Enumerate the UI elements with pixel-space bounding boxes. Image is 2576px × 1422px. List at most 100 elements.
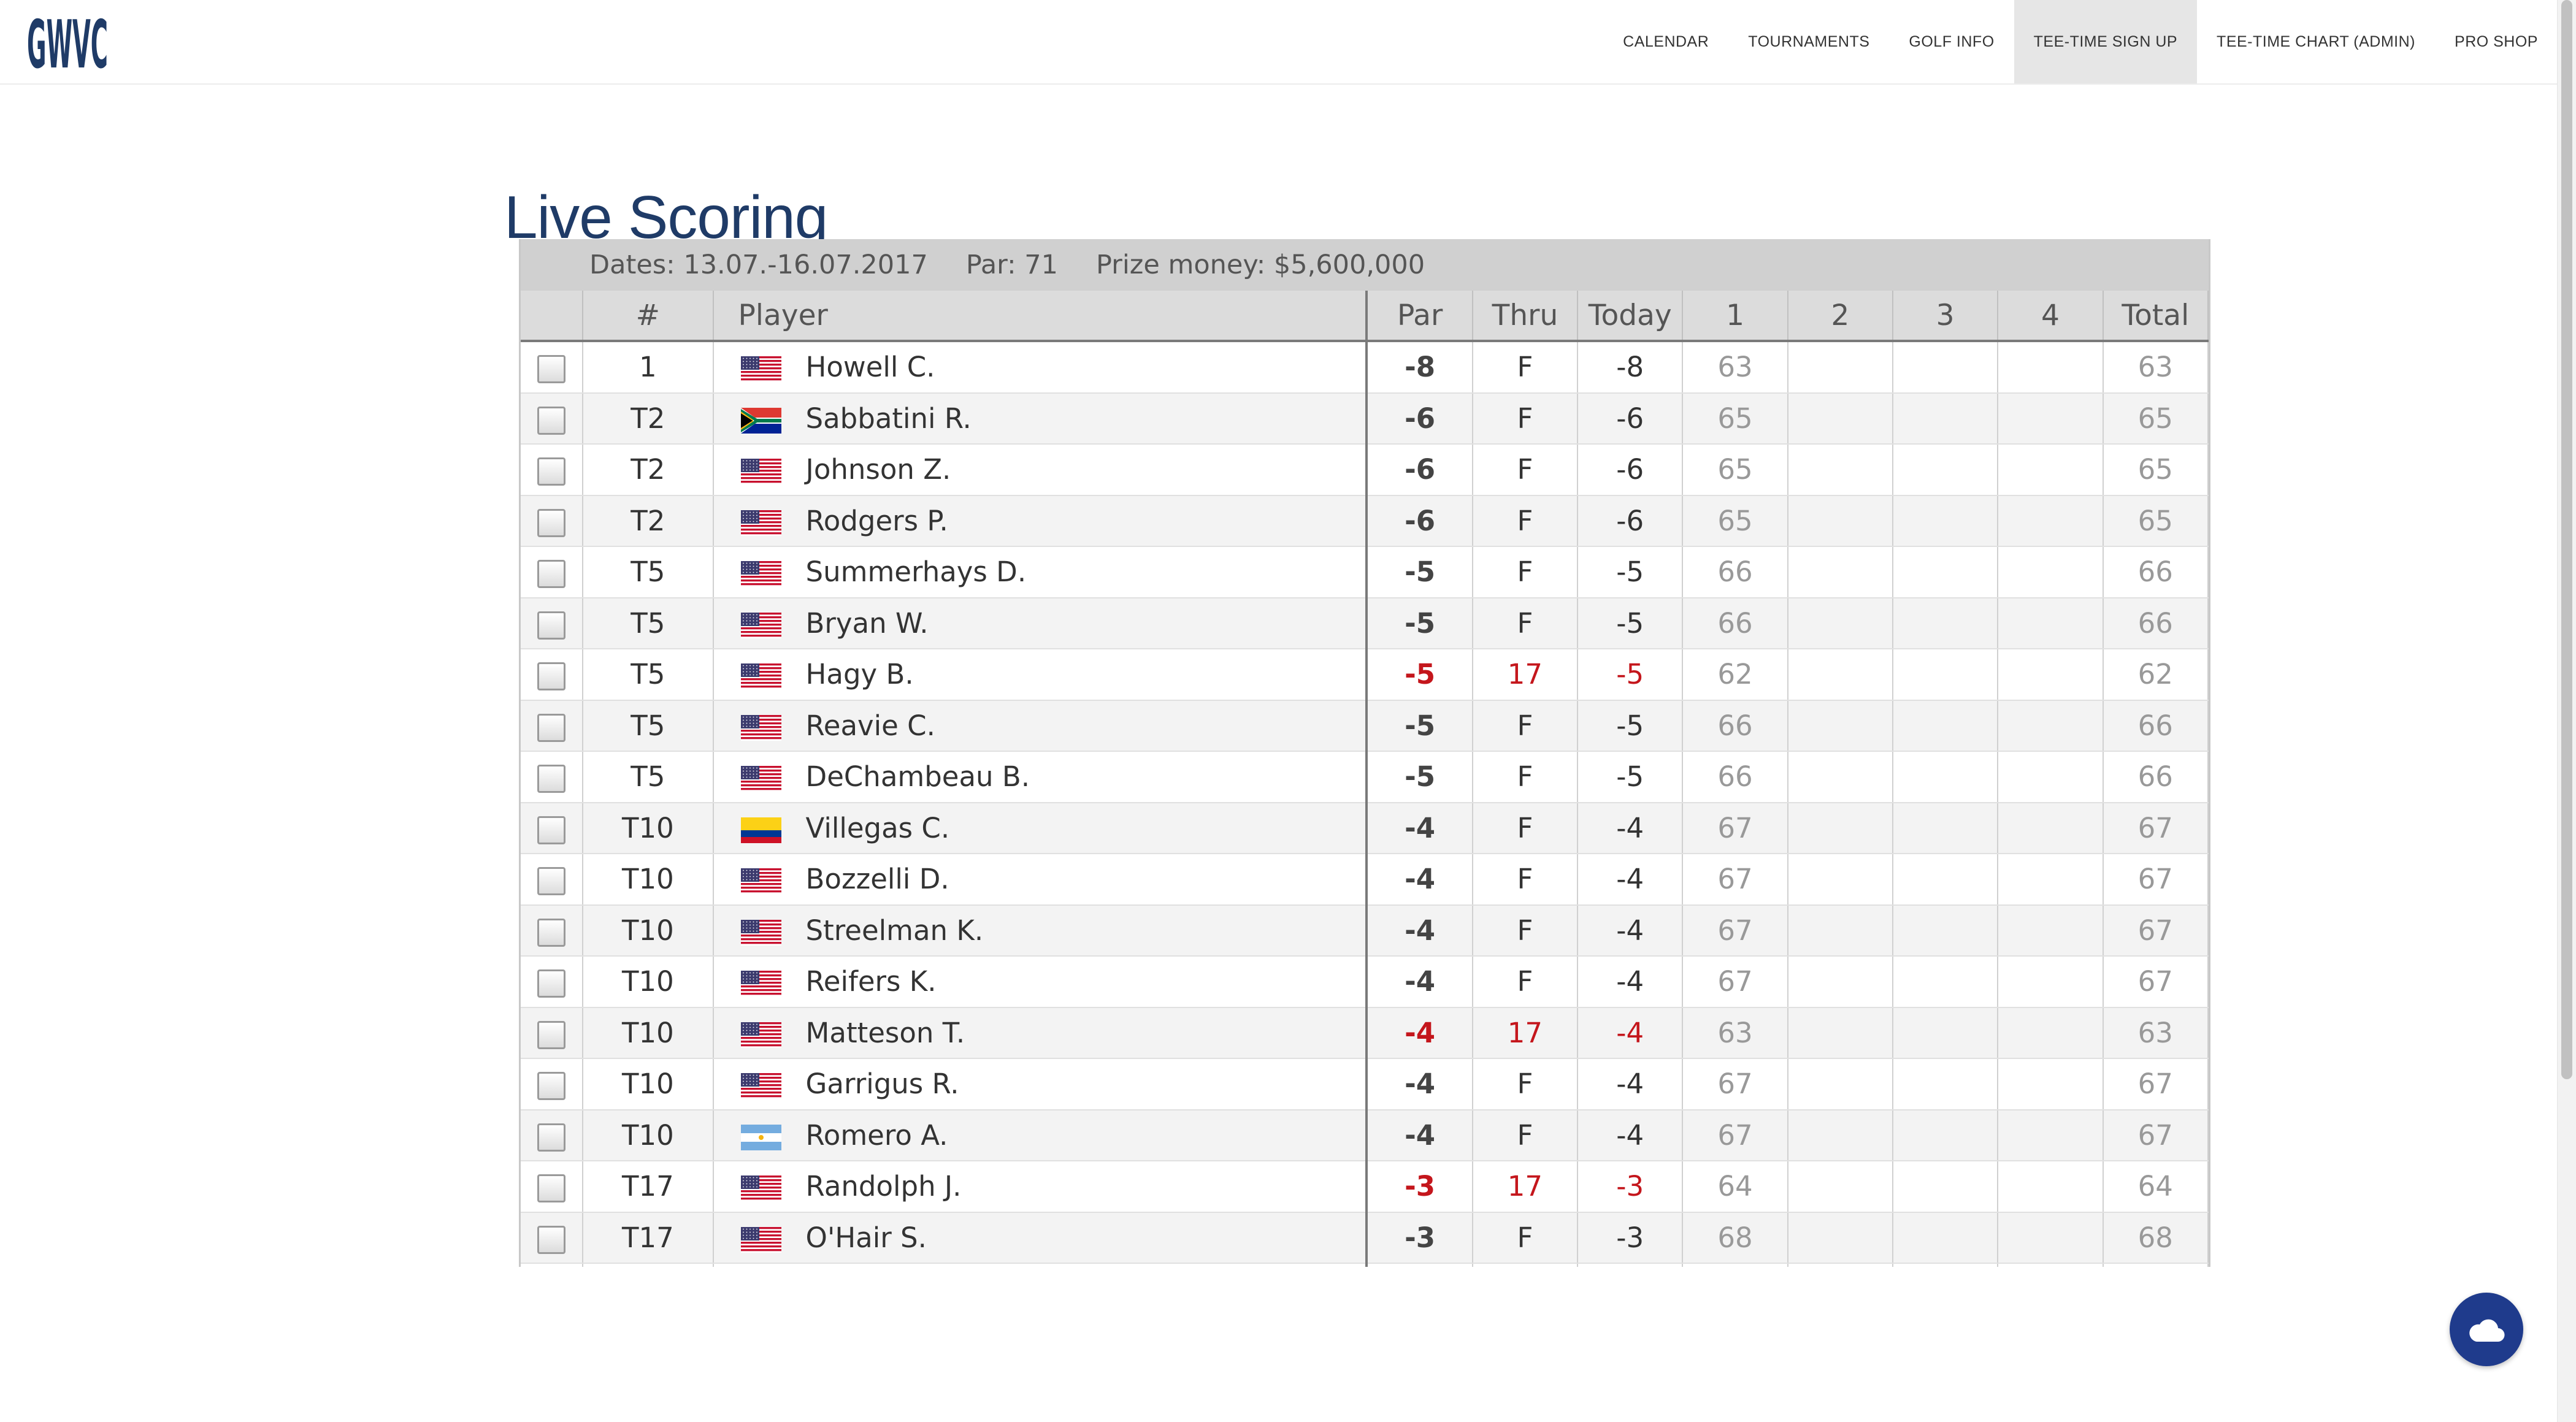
col-position[interactable]: # [583,291,714,342]
player-cell[interactable]: Garrigus R. [713,1058,1368,1110]
table-row[interactable]: T10 Reifers K. -4 F -4 67 67 [521,956,2209,1008]
nav-item-pro-shop[interactable]: PRO SHOP [2435,0,2558,83]
row-checkbox[interactable] [537,560,566,589]
player-cell[interactable]: Rodgers P. [713,495,1368,547]
row-checkbox[interactable] [537,1020,566,1049]
cloud-chat-button[interactable] [2450,1293,2523,1366]
player-name[interactable]: Bryan W. [806,607,929,640]
player-name[interactable]: Romero A. [806,1119,948,1152]
gwvc-logo[interactable]: GWVC [25,4,110,83]
table-row[interactable]: T5 Bryan W. -5 F -5 66 66 [521,597,2209,649]
player-cell[interactable]: Johnson Z. [713,444,1368,496]
table-row[interactable]: 1 Howell C. -8 F -8 63 63 [521,341,2209,394]
player-name[interactable]: Bozzelli D. [806,863,949,895]
table-row[interactable]: T10 Garrigus R. -4 F -4 67 67 [521,1058,2209,1110]
nav-item-golf-info[interactable]: GOLF INFO [1889,0,2014,83]
col-round-1[interactable]: 1 [1682,291,1788,342]
col-player[interactable]: Player [713,291,1368,342]
round-3-cell [1892,700,1999,752]
player-cell[interactable] [713,1263,1368,1267]
table-row[interactable]: T17 Randolph J. -3 17 -3 64 64 [521,1161,2209,1213]
player-name[interactable]: Reifers K. [806,965,937,998]
player-name[interactable]: Hagy B. [806,658,914,690]
player-cell[interactable]: Sabbatini R. [713,392,1368,445]
table-row[interactable]: T17 O'Hair S. -3 F -3 68 68 [521,1212,2209,1264]
col-round-4[interactable]: 4 [1998,291,2104,342]
player-name[interactable]: Matteson T. [806,1017,965,1049]
col-par[interactable]: Par [1365,291,1473,342]
row-checkbox[interactable] [537,1123,566,1152]
row-checkbox[interactable] [537,816,566,844]
player-cell[interactable]: DeChambeau B. [713,751,1368,803]
player-cell[interactable]: Villegas C. [713,802,1368,854]
row-checkbox[interactable] [537,662,566,691]
table-row[interactable]: T2 Johnson Z. -6 F -6 65 65 [521,444,2209,496]
player-cell[interactable]: Matteson T. [713,1007,1368,1059]
table-row[interactable]: T10 Bozzelli D. -4 F -4 67 67 [521,854,2209,906]
player-name[interactable]: Garrigus R. [806,1068,959,1100]
table-row[interactable]: T10 Streelman K. -4 F -4 67 67 [521,904,2209,957]
player-name[interactable]: Reavie C. [806,709,935,742]
col-round-3[interactable]: 3 [1892,291,1999,342]
player-name[interactable]: Streelman K. [806,914,984,947]
player-cell[interactable]: Romero A. [713,1109,1368,1161]
round-3-cell [1892,597,1999,649]
today-cell: -6 [1577,444,1684,496]
position-cell: T10 [583,904,714,957]
row-checkbox[interactable] [537,918,566,947]
player-name[interactable]: Rodgers P. [806,505,948,537]
row-checkbox[interactable] [537,457,566,486]
nav-item-tee-time-chart-admin[interactable]: TEE-TIME CHART (ADMIN) [2197,0,2435,83]
table-row[interactable]: T5 Hagy B. -5 17 -5 62 62 [521,649,2209,701]
table-row[interactable]: T2 Rodgers P. -6 F -6 65 65 [521,495,2209,547]
nav-item-tournaments[interactable]: TOURNAMENTS [1728,0,1889,83]
row-checkbox[interactable] [537,355,566,384]
table-row[interactable]: T5 DeChambeau B. -5 F -5 66 66 [521,751,2209,803]
player-name[interactable]: O'Hair S. [806,1221,927,1254]
row-checkbox[interactable] [537,508,566,537]
player-cell[interactable]: Howell C. [713,341,1368,394]
row-checkbox[interactable] [537,1225,566,1254]
row-checkbox[interactable] [537,867,566,896]
player-name[interactable]: DeChambeau B. [806,760,1030,793]
player-name[interactable]: Villegas C. [806,812,950,844]
page-scrollbar[interactable] [2557,0,2576,1422]
player-name[interactable]: Randolph J. [806,1170,962,1202]
row-checkbox[interactable] [537,765,566,793]
table-row[interactable]: T5 Reavie C. -5 F -5 66 66 [521,700,2209,752]
player-name[interactable]: Howell C. [806,351,935,383]
table-row[interactable]: T5 Summerhays D. -5 F -5 66 66 [521,546,2209,598]
col-today[interactable]: Today [1577,291,1684,342]
round-1-cell: 66 [1682,597,1788,649]
row-checkbox[interactable] [537,969,566,998]
nav-item-calendar[interactable]: CALENDAR [1603,0,1728,83]
player-cell[interactable]: O'Hair S. [713,1212,1368,1264]
row-checkbox[interactable] [537,406,566,435]
col-round-2[interactable]: 2 [1787,291,1893,342]
player-cell[interactable]: Reavie C. [713,700,1368,752]
player-cell[interactable]: Bozzelli D. [713,854,1368,906]
player-cell[interactable]: Bryan W. [713,597,1368,649]
table-row[interactable]: T10 Romero A. -4 F -4 67 67 [521,1109,2209,1161]
table-row[interactable]: T10 Villegas C. -4 F -4 67 67 [521,802,2209,854]
round-3-cell [1892,904,1999,957]
table-row[interactable]: T10 Matteson T. -4 17 -4 63 63 [521,1007,2209,1059]
player-name[interactable]: Sabbatini R. [806,402,972,435]
player-cell[interactable]: Reifers K. [713,956,1368,1008]
table-row[interactable]: T2 Sabbatini R. -6 F -6 65 65 [521,392,2209,445]
row-checkbox[interactable] [537,713,566,742]
player-cell[interactable]: Streelman K. [713,904,1368,957]
player-cell[interactable]: Randolph J. [713,1161,1368,1213]
player-name[interactable]: Johnson Z. [806,453,951,486]
player-cell[interactable]: Summerhays D. [713,546,1368,598]
player-name[interactable]: Summerhays D. [806,556,1027,588]
row-checkbox[interactable] [537,611,566,640]
nav-item-tee-time-sign-up[interactable]: TEE-TIME SIGN UP [2014,0,2198,83]
scrollbar-thumb[interactable] [2561,0,2572,1079]
player-cell[interactable]: Hagy B. [713,649,1368,701]
row-checkbox[interactable] [537,1072,566,1101]
table-row[interactable] [521,1263,2209,1267]
col-thru[interactable]: Thru [1472,291,1579,342]
row-checkbox[interactable] [537,1174,566,1203]
col-total[interactable]: Total [2103,291,2209,342]
